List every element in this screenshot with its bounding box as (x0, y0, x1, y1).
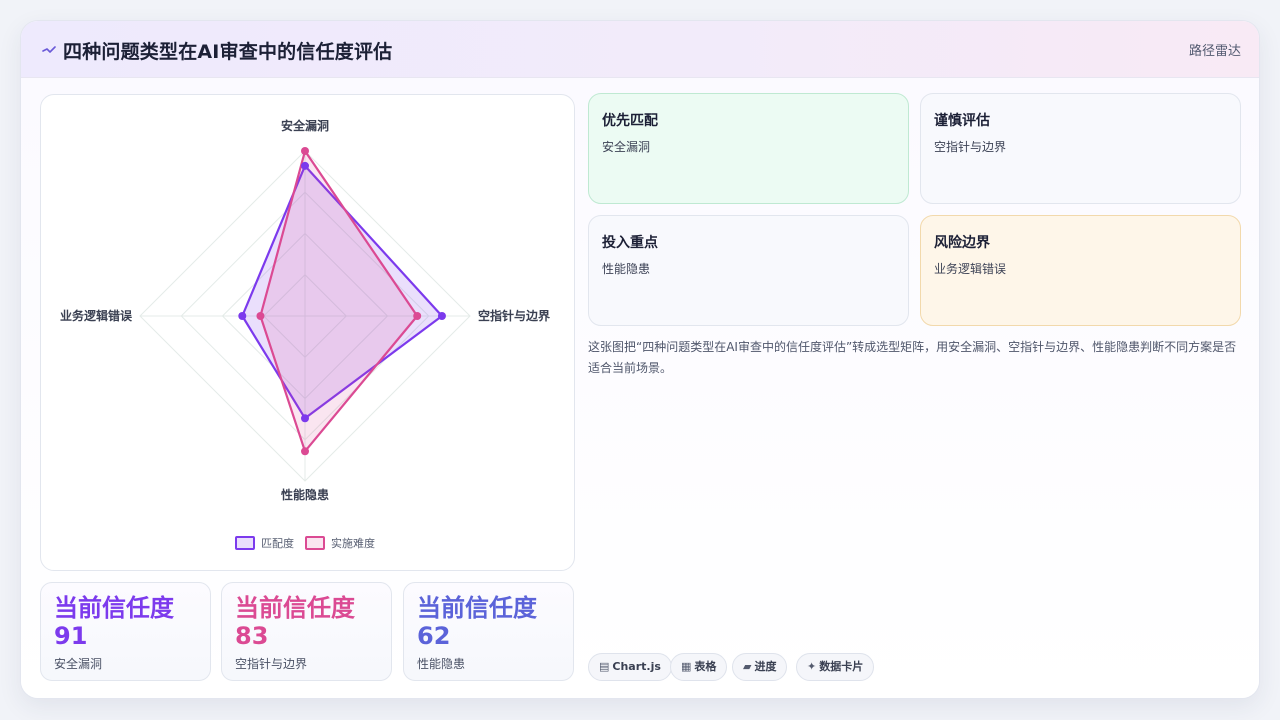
legend-label-1: 匹配度 (261, 536, 294, 550)
radar-axis-label-1: 安全漏洞 (281, 118, 329, 133)
chip-chartjs[interactable]: ▤ Chart.js (588, 653, 672, 681)
chip-label: 表格 (694, 660, 717, 673)
legend-swatch-2 (305, 536, 325, 550)
report-card: 四种问题类型在AI审查中的信任度评估 路径雷达 安全漏洞 空指针与边界 性能隐患 业务… (20, 20, 1260, 699)
description-text: 这张图把“四种问题类型在AI审查中的信任度评估”转成选型矩阵，用安全漏洞、空指针… (588, 340, 1237, 375)
sparkle-icon: ✦ (807, 660, 817, 673)
tile-subtitle: 空指针与边界 (934, 140, 1007, 154)
tile-title: 投入重点 (602, 235, 658, 251)
radar-point-s2-1 (301, 147, 309, 155)
radar-point-s1-1 (301, 161, 309, 170)
chip-progress[interactable]: ▰ 进度 (732, 653, 788, 681)
radar-axis-label-4: 业务逻辑错误 (60, 308, 133, 323)
radar-axis-label-2: 空指针与边界 (478, 308, 550, 323)
radar-series-area-2 (259, 149, 419, 453)
radar-chart: 安全漏洞空指针与边界性能隐患 业务逻辑错误匹配度 实施难度 (60, 118, 550, 550)
legend-swatch-1 (235, 536, 255, 550)
tile-priority-match: 优先匹配 安全漏洞 (588, 93, 909, 204)
tile-careful-eval: 谨慎评估 空指针与边界 (920, 93, 1241, 204)
tile-subtitle: 安全漏洞 (602, 140, 651, 154)
chip-table[interactable]: ▦ 表格 (670, 653, 728, 681)
chart-icon: ▤ (599, 660, 610, 673)
chip-label: 进度 (754, 660, 777, 673)
tile-title: 谨慎评估 (934, 113, 990, 129)
radar-point-s2-2 (413, 312, 422, 320)
header-bar: 四种问题类型在AI审查中的信任度评估 路径雷达 (21, 21, 1259, 78)
stat-value: 83 (235, 622, 269, 650)
tile-subtitle: 业务逻辑错误 (934, 262, 1007, 276)
stat-card-3: 当前信任度 62 性能隐患 (403, 582, 574, 681)
radar-point-s2-3 (301, 447, 309, 456)
sparkline-icon (42, 46, 56, 53)
tile-title: 优先匹配 (602, 113, 658, 129)
chip-data-card[interactable]: ✦ 数据卡片 (796, 653, 875, 681)
stat-value: 91 (54, 622, 88, 650)
stat-label: 安全漏洞 (54, 657, 103, 671)
radar-chart-panel: 安全漏洞空指针与边界性能隐患 业务逻辑错误匹配度 实施难度 (40, 94, 575, 571)
radar-axis-label-3: 性能隐患 (280, 487, 329, 502)
stat-label: 空指针与边界 (235, 657, 308, 671)
tile-subtitle: 性能隐患 (602, 262, 651, 276)
stat-title: 当前信任度 (54, 594, 174, 622)
stat-value: 62 (417, 622, 451, 650)
stat-card-2: 当前信任度 83 空指针与边界 (221, 582, 392, 681)
stat-card-1: 当前信任度 91 安全漏洞 (40, 582, 211, 681)
stat-title: 当前信任度 (235, 594, 355, 622)
table-icon: ▦ (681, 660, 692, 673)
tile-investment-focus: 投入重点 性能隐患 (588, 215, 909, 326)
stat-label: 性能隐患 (417, 657, 466, 671)
stat-title: 当前信任度 (417, 594, 537, 622)
progress-icon: ▰ (743, 660, 752, 673)
radar-point-s2-4 (256, 312, 265, 320)
radar-point-s1-2 (437, 312, 446, 320)
chip-label: Chart.js (612, 660, 661, 673)
header-tag: 路径雷达 (1188, 44, 1241, 59)
tile-title: 风险边界 (934, 235, 990, 251)
chip-label: 数据卡片 (819, 660, 864, 673)
legend-label-2: 实施难度 (331, 536, 375, 550)
radar-point-s1-3 (301, 414, 309, 423)
tile-risk-boundary: 风险边界 业务逻辑错误 (920, 215, 1241, 326)
radar-point-s1-4 (238, 312, 247, 320)
page-title: 四种问题类型在AI审查中的信任度评估 (63, 41, 393, 63)
